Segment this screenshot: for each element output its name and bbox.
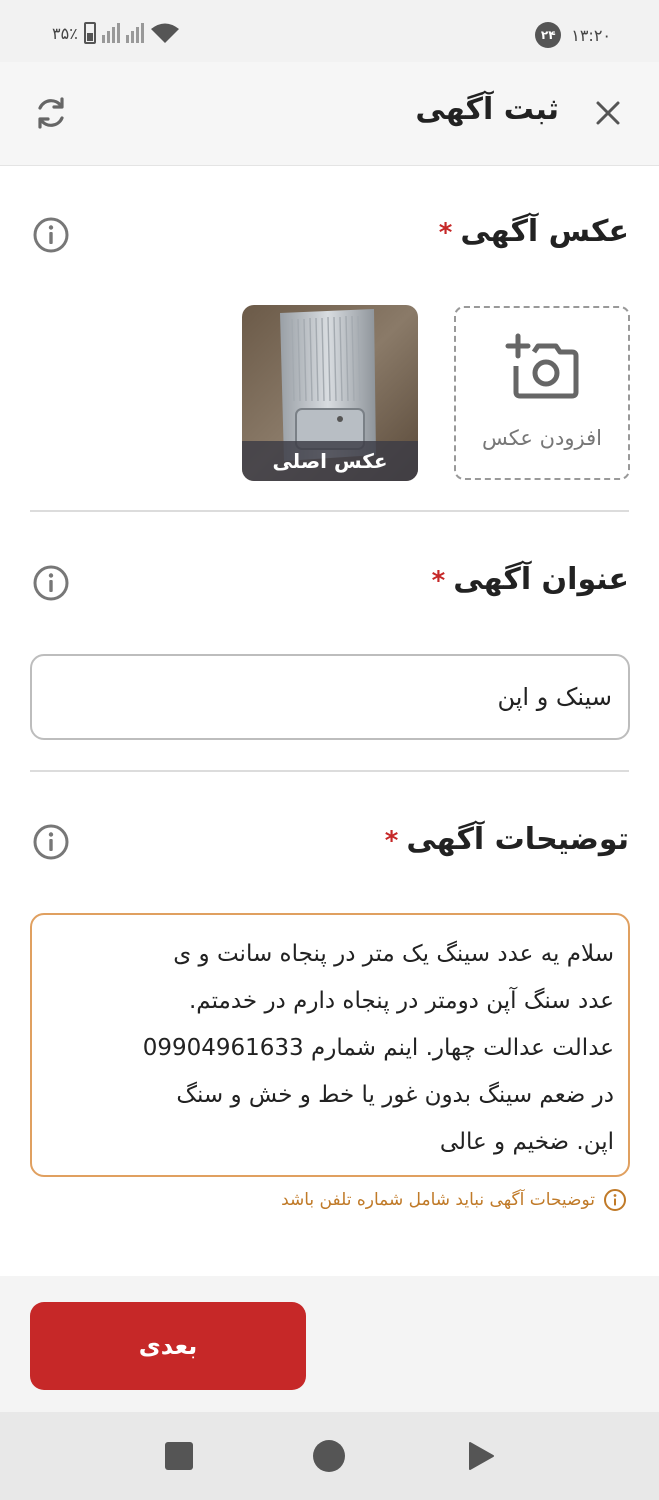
clock: ۱۳:۲۰ [571, 25, 611, 45]
add-photo-label: افزودن عکس [482, 426, 602, 450]
description-line: عدد سنگ آپن دومتر در پنجاه دارم در خدمتم… [188, 988, 614, 1014]
hint-text: توضیحات آگهی نباید شامل شماره تلفن باشد [281, 1190, 595, 1210]
ad-description-textarea[interactable]: سلام یه عدد سینگ یک متر در پنجاه سانت و … [30, 913, 630, 1177]
description-section-title: توضیحات آگهی* [384, 822, 629, 857]
description-line: عدالت عدالت چهار. اینم شمارم 09904961633 [142, 1035, 614, 1061]
add-photo-button[interactable]: افزودن عکس [454, 306, 630, 480]
divider [30, 510, 629, 512]
main-photo-label: عکس اصلی [242, 441, 418, 481]
description-line: سلام یه عدد سینگ یک متر در پنجاه سانت و … [173, 941, 614, 967]
info-icon[interactable] [32, 823, 70, 861]
description-line: در ضعم سینگ بدون غور یا خط و خش و سنگ [176, 1082, 614, 1108]
description-hint: توضیحات آگهی نباید شامل شماره تلفن باشد [281, 1188, 627, 1212]
system-nav-bar [0, 1412, 659, 1500]
next-button[interactable]: بعدی [30, 1302, 306, 1390]
info-icon[interactable] [32, 216, 70, 254]
home-icon[interactable] [313, 1440, 345, 1472]
recents-icon[interactable] [165, 1442, 193, 1470]
refresh-icon[interactable] [32, 94, 70, 132]
battery-text: ۳۵٪ [52, 23, 78, 43]
warning-info-icon [604, 1189, 626, 1211]
signal-icon [101, 23, 144, 43]
status-left: ۳۵٪ [52, 22, 180, 44]
status-bar: ۳۵٪ ۲۴ ۱۳:۲۰ [0, 0, 659, 62]
required-mark: * [384, 826, 399, 856]
info-icon[interactable] [32, 564, 70, 602]
add-camera-icon [505, 333, 579, 399]
notification-badge: ۲۴ [535, 22, 562, 48]
footer: بعدی [0, 1276, 659, 1412]
app-bar: ثبت آگهی [0, 62, 659, 166]
status-right: ۲۴ ۱۳:۲۰ [535, 22, 611, 48]
battery-icon [83, 22, 96, 44]
description-line: اپن. ضخیم و عالی [439, 1129, 614, 1155]
photo-section-title: عکس آگهی* [438, 214, 629, 249]
main-photo-thumbnail[interactable]: عکس اصلی [242, 305, 418, 481]
ad-title-input[interactable]: سینک و اپن [30, 654, 630, 740]
close-icon[interactable] [591, 96, 625, 130]
back-icon[interactable] [466, 1440, 496, 1472]
page-title: ثبت آگهی [415, 92, 559, 127]
title-section-title: عنوان آگهی* [431, 562, 629, 597]
wifi-icon [150, 23, 179, 43]
required-mark: * [438, 218, 453, 248]
divider [30, 770, 629, 772]
required-mark: * [431, 566, 446, 596]
